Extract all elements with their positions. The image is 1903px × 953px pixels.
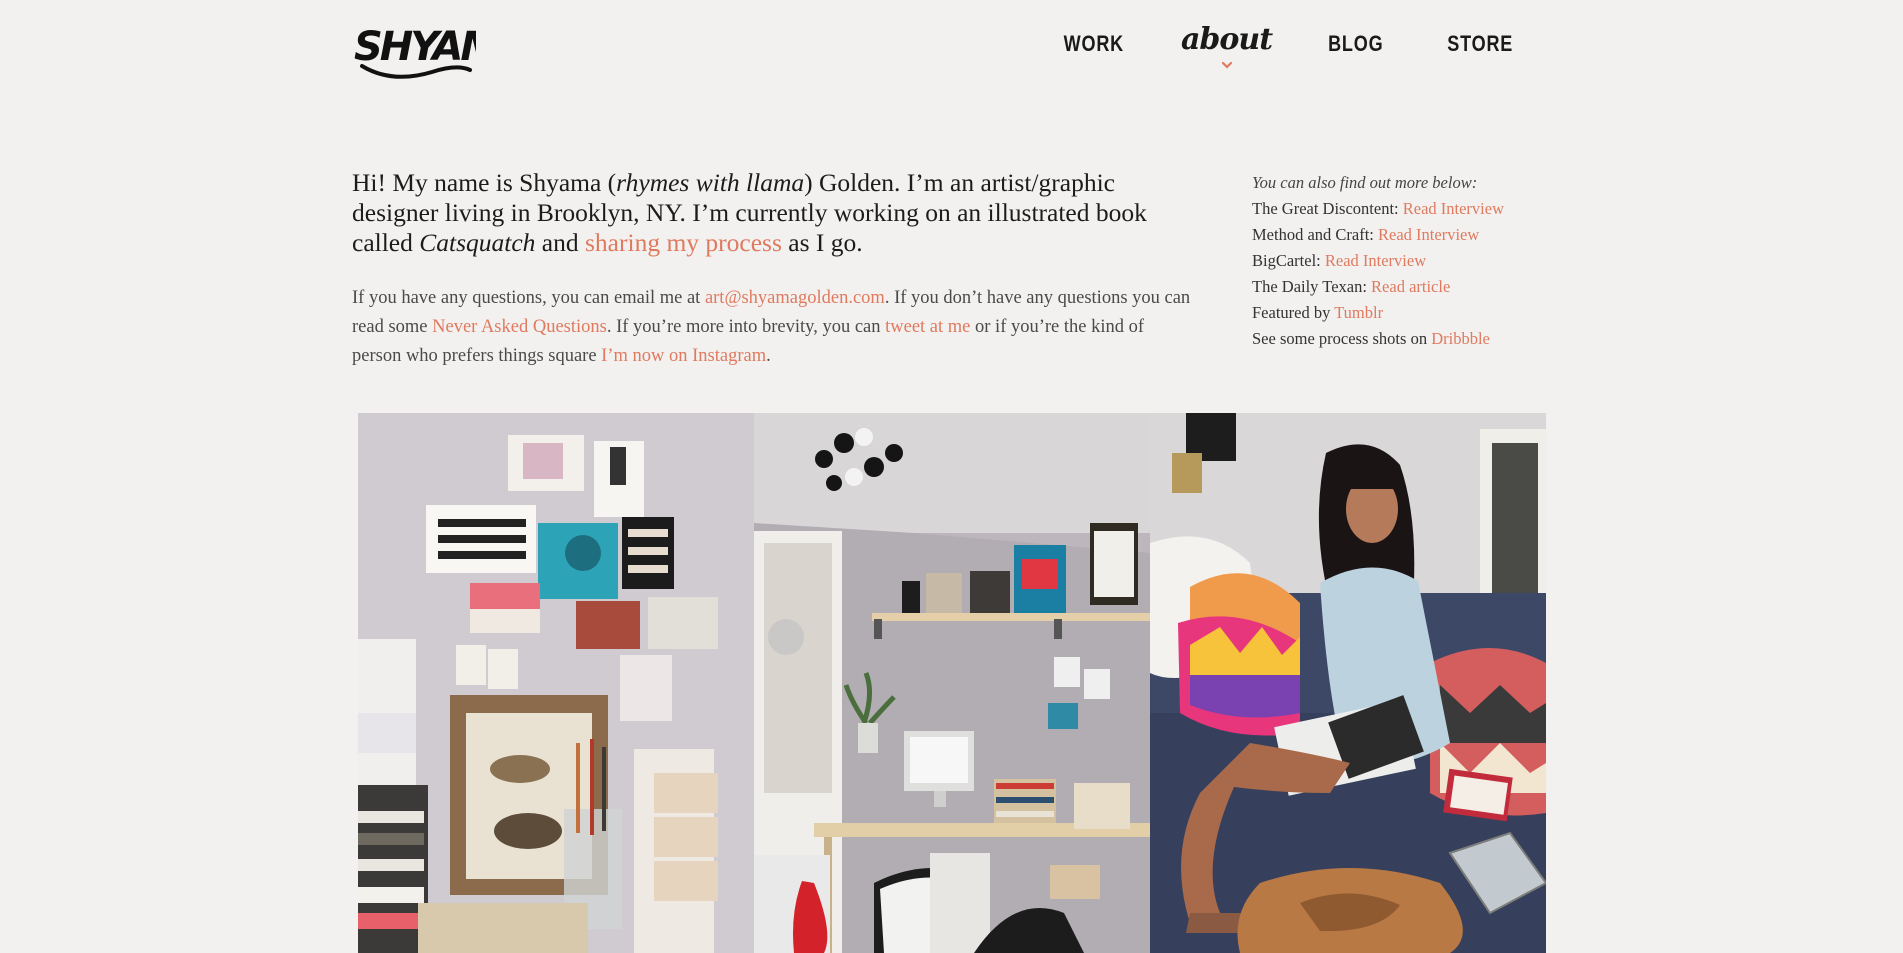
intro-rhymes: rhymes with llama [616, 168, 805, 197]
contact-text: . If you’re more into brevity, you can [606, 317, 886, 337]
press-link[interactable]: Read article [1371, 277, 1450, 296]
portrait-image [1150, 413, 1546, 953]
main-nav: WORK about BLOG STORE [1007, 25, 1520, 69]
press-link[interactable]: Read Interview [1378, 225, 1479, 244]
nav-about-label: about [1180, 22, 1273, 57]
sidebar-lead: You can also find out more below: [1252, 173, 1478, 192]
shyama-logo[interactable]: SHYAMA [352, 14, 476, 82]
never-asked-questions-link[interactable]: Never Asked Questions [432, 317, 607, 337]
logo-text: SHYAMA [354, 24, 476, 70]
instagram-link[interactable]: I’m now on Instagram [601, 346, 766, 366]
desk-image [754, 413, 1150, 953]
contact-paragraph: If you have any questions, you can email… [352, 284, 1192, 371]
press-label: See some process shots on [1252, 329, 1432, 348]
contact-text: . [766, 346, 771, 366]
studio-wall-photo [358, 413, 754, 953]
press-item-great-discontent: The Great Discontent: Read Interview [1252, 196, 1552, 222]
press-item-bigcartel: BigCartel: Read Interview [1252, 248, 1552, 274]
nav-work[interactable]: WORK [1064, 30, 1124, 58]
intro-paragraph: Hi! My name is Shyama (rhymes with llama… [352, 168, 1192, 258]
chevron-down-icon [1221, 61, 1232, 69]
press-label: Method and Craft: [1252, 225, 1379, 244]
press-link[interactable]: Tumblr [1334, 303, 1383, 322]
contact-text: If you have any questions, you can email… [352, 288, 705, 308]
press-sidebar: You can also find out more below: The Gr… [1252, 170, 1552, 352]
portrait-photo [1150, 413, 1546, 953]
press-item-dribbble: See some process shots on Dribbble [1252, 326, 1552, 352]
nav-about[interactable]: about [1181, 25, 1273, 69]
book-title: Catsquatch [419, 228, 536, 257]
press-link[interactable]: Read Interview [1403, 199, 1504, 218]
studio-photo-gallery [358, 413, 1546, 953]
sharing-process-link[interactable]: sharing my process [585, 228, 782, 257]
press-label: BigCartel: [1252, 251, 1325, 270]
press-label: The Great Discontent: [1252, 199, 1403, 218]
press-label: The Daily Texan: [1252, 277, 1372, 296]
tweet-link[interactable]: tweet at me [885, 317, 970, 337]
intro-text: Hi! My name is Shyama ( [352, 168, 617, 197]
press-item-tumblr: Featured by Tumblr [1252, 300, 1552, 326]
press-link[interactable]: Read Interview [1325, 251, 1426, 270]
intro-text: as I go. [781, 228, 863, 257]
intro-text: and [535, 228, 585, 257]
desk-photo [754, 413, 1150, 953]
press-item-method-craft: Method and Craft: Read Interview [1252, 222, 1552, 248]
nav-store[interactable]: STORE [1447, 30, 1513, 58]
nav-blog[interactable]: BLOG [1328, 30, 1383, 58]
studio-wall-image [358, 413, 754, 953]
press-link[interactable]: Dribbble [1431, 329, 1490, 348]
press-item-daily-texan: The Daily Texan: Read article [1252, 274, 1552, 300]
email-link[interactable]: art@shyamagolden.com [705, 288, 885, 308]
press-label: Featured by [1252, 303, 1335, 322]
